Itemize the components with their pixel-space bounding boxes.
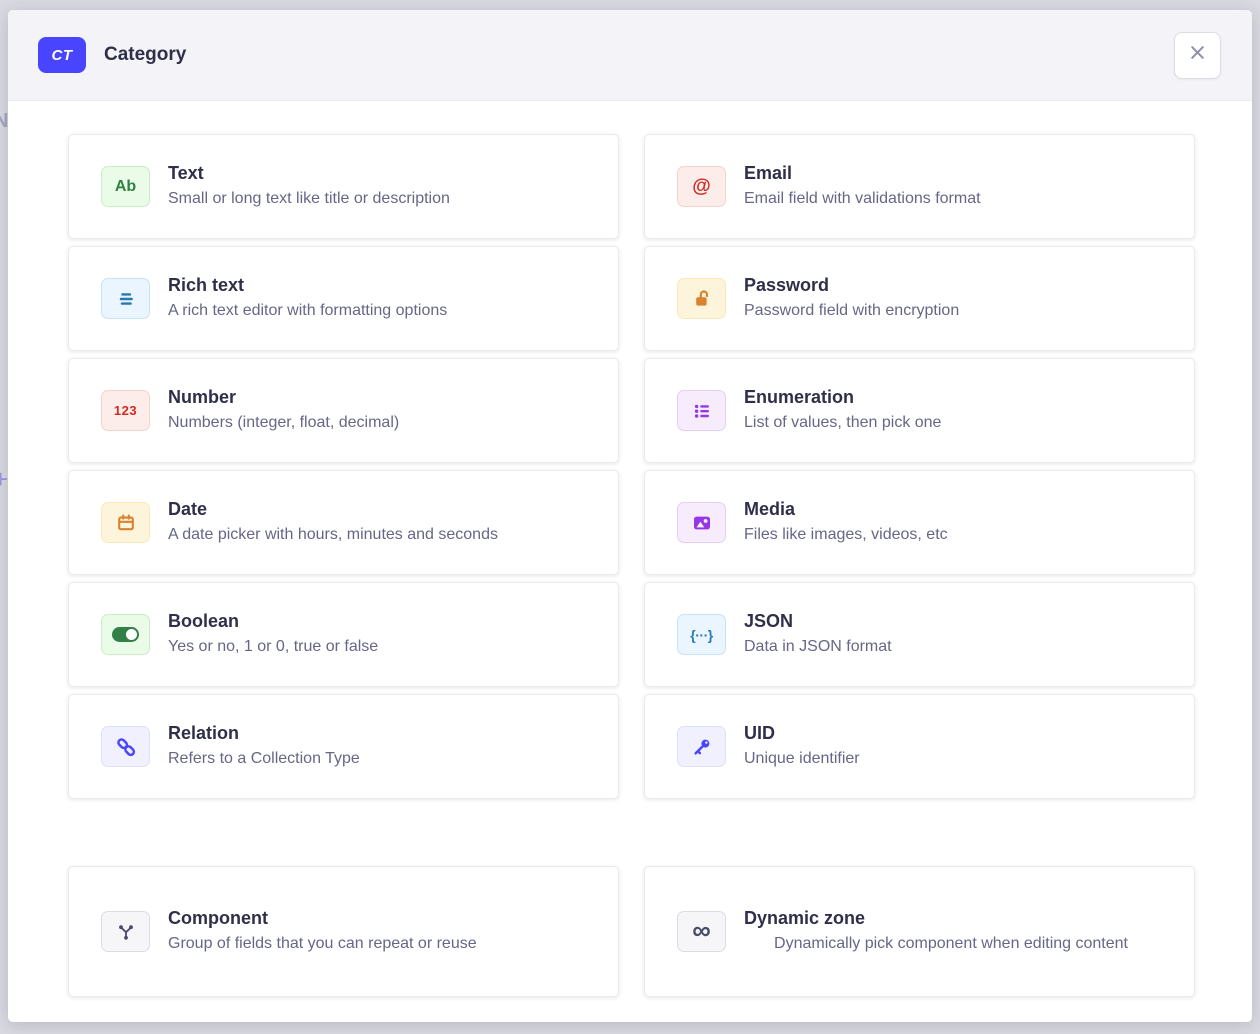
chain-link-icon	[101, 726, 150, 767]
field-card-title: Dynamic zone	[744, 908, 1158, 929]
field-card-title: Number	[168, 387, 582, 408]
field-card-json[interactable]: {···} JSON Data in JSON format	[644, 582, 1195, 687]
field-card-description: A date picker with hours, minutes and se…	[168, 524, 582, 546]
field-card-title: Email	[744, 163, 1158, 184]
lock-icon	[677, 278, 726, 319]
field-card-boolean[interactable]: Boolean Yes or no, 1 or 0, true or false	[68, 582, 619, 687]
field-card-title: Enumeration	[744, 387, 1158, 408]
close-icon	[1188, 43, 1207, 67]
calendar-icon	[101, 502, 150, 543]
text-lines-icon	[101, 278, 150, 319]
text-ab-icon: Ab	[101, 166, 150, 207]
field-card-media[interactable]: Media Files like images, videos, etc	[644, 470, 1195, 575]
field-card-description: A rich text editor with formatting optio…	[168, 300, 582, 322]
field-card-richtext[interactable]: Rich text A rich text editor with format…	[68, 246, 619, 351]
field-card-component[interactable]: Component Group of fields that you can r…	[68, 866, 619, 997]
branch-icon	[101, 911, 150, 952]
field-card-uid[interactable]: UID Unique identifier	[644, 694, 1195, 799]
field-card-password[interactable]: Password Password field with encryption	[644, 246, 1195, 351]
field-card-title: Media	[744, 499, 1158, 520]
field-card-date[interactable]: Date A date picker with hours, minutes a…	[68, 470, 619, 575]
field-card-title: Boolean	[168, 611, 582, 632]
field-card-title: Password	[744, 275, 1158, 296]
field-type-modal: CT Category Ab Text Small or long text l…	[8, 10, 1252, 1022]
toggle-icon	[101, 614, 150, 655]
page-title: Category	[104, 44, 186, 66]
field-card-title: Component	[168, 908, 582, 929]
field-card-description: Files like images, videos, etc	[744, 524, 1158, 546]
field-card-title: Relation	[168, 723, 582, 744]
field-card-description: Refers to a Collection Type	[168, 748, 582, 770]
field-card-description: Dynamically pick component when editing …	[744, 933, 1158, 955]
field-card-description: Small or long text like title or descrip…	[168, 188, 582, 210]
modal-header: CT Category	[8, 10, 1252, 101]
close-button[interactable]	[1174, 32, 1221, 79]
field-card-title: JSON	[744, 611, 1158, 632]
field-card-description: Yes or no, 1 or 0, true or false	[168, 636, 582, 658]
key-icon	[677, 726, 726, 767]
field-card-description: Group of fields that you can repeat or r…	[168, 933, 582, 955]
field-card-description: Numbers (integer, float, decimal)	[168, 412, 582, 434]
field-type-grid: Ab Text Small or long text like title or…	[8, 134, 1252, 799]
picture-icon	[677, 502, 726, 543]
advanced-field-grid: Component Group of fields that you can r…	[8, 866, 1252, 997]
bullet-list-icon	[677, 390, 726, 431]
infinity-icon: ∞	[677, 911, 726, 952]
field-card-description: Data in JSON format	[744, 636, 1158, 658]
field-card-description: Password field with encryption	[744, 300, 1158, 322]
field-card-description: Email field with validations format	[744, 188, 1158, 210]
field-card-title: Rich text	[168, 275, 582, 296]
field-card-number[interactable]: 123 Number Numbers (integer, float, deci…	[68, 358, 619, 463]
field-card-dynamiczone[interactable]: ∞ Dynamic zone Dynamically pick componen…	[644, 866, 1195, 997]
field-card-text[interactable]: Ab Text Small or long text like title or…	[68, 134, 619, 239]
background-plus-fragment: +	[0, 464, 8, 495]
field-card-email[interactable]: @ Email Email field with validations for…	[644, 134, 1195, 239]
field-card-title: Date	[168, 499, 582, 520]
at-icon: @	[677, 166, 726, 207]
field-card-title: Text	[168, 163, 582, 184]
field-card-description: List of values, then pick one	[744, 412, 1158, 434]
field-card-relation[interactable]: Relation Refers to a Collection Type	[68, 694, 619, 799]
collection-type-badge: CT	[38, 37, 86, 73]
field-card-description: Unique identifier	[744, 748, 1158, 770]
number-icon: 123	[101, 390, 150, 431]
braces-icon: {···}	[677, 614, 726, 655]
field-card-title: UID	[744, 723, 1158, 744]
field-card-enumeration[interactable]: Enumeration List of values, then pick on…	[644, 358, 1195, 463]
